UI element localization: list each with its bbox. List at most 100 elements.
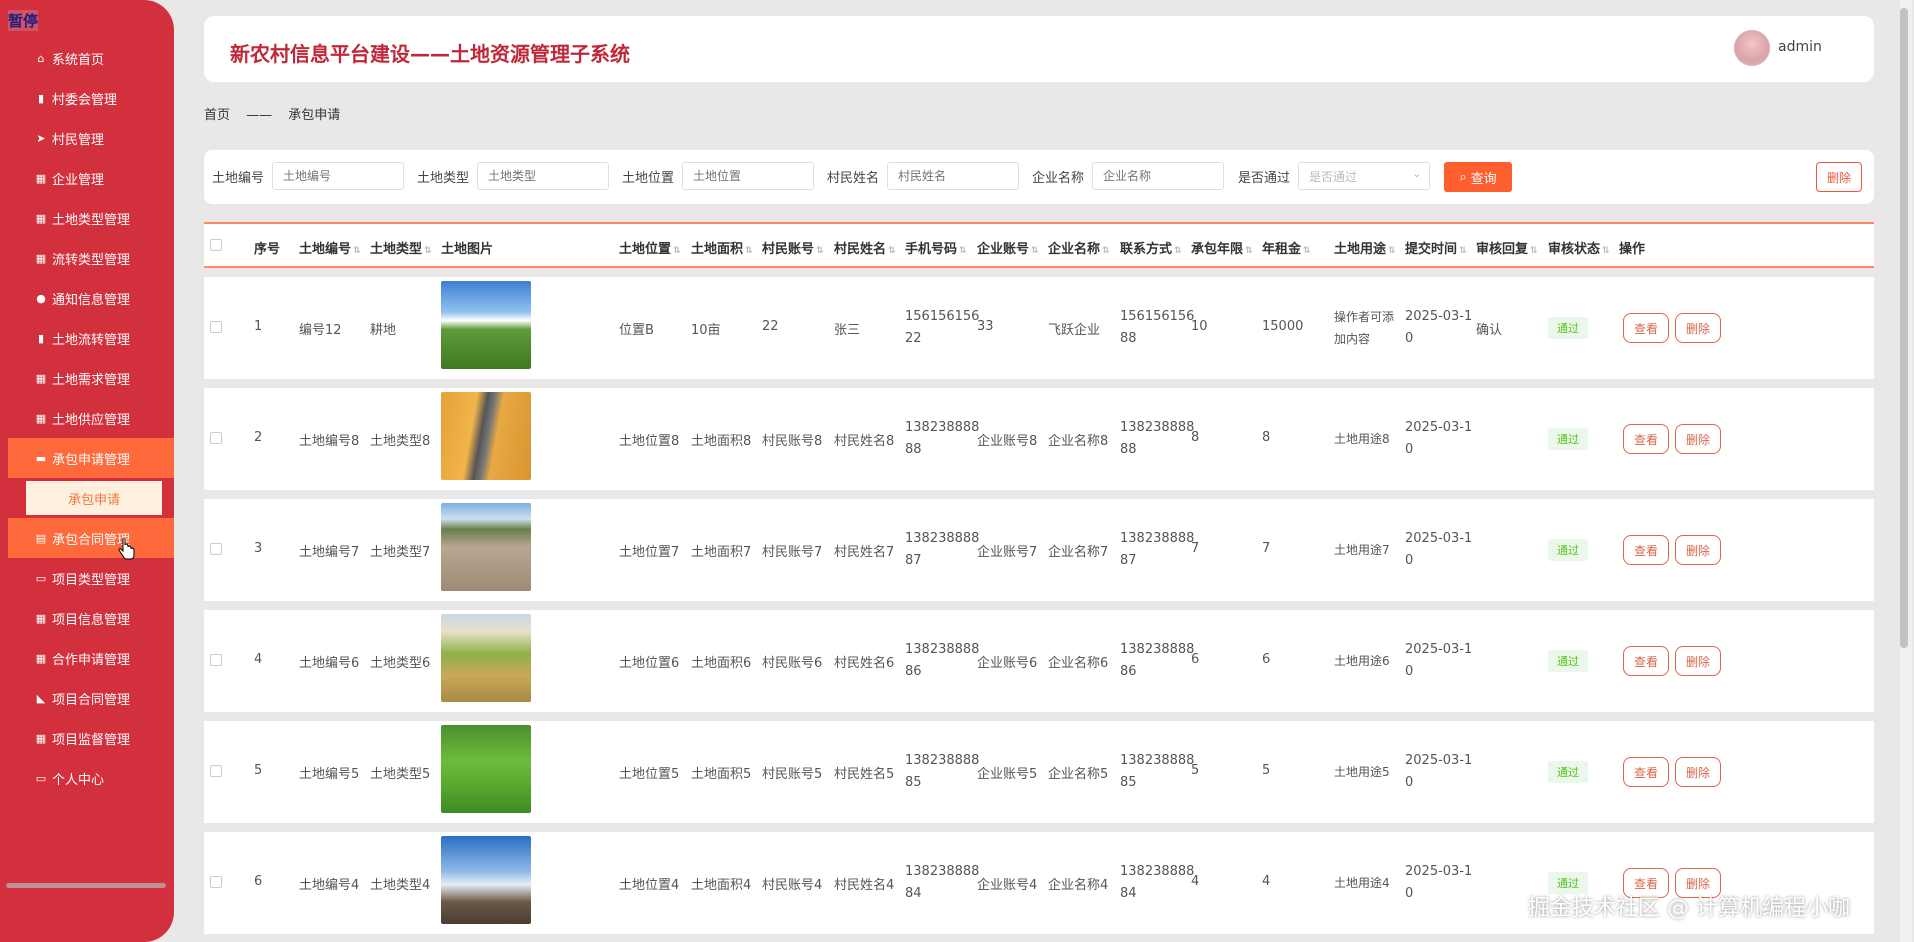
column-header[interactable]: 审核状态 ⇅: [1548, 238, 1610, 257]
page-scrollbar[interactable]: [1900, 0, 1912, 942]
enterprise-name-input[interactable]: [1092, 162, 1225, 190]
sort-icon[interactable]: ⇅: [1602, 246, 1610, 256]
sidebar-item-contract-apply[interactable]: ▬ 承包申请管理: [8, 438, 174, 478]
sidebar-item-home[interactable]: ⌂ 系统首页: [0, 38, 174, 78]
row-checkbox[interactable]: [210, 543, 222, 555]
column-header[interactable]: 手机号码 ⇅: [905, 238, 967, 257]
land-image[interactable]: [441, 281, 531, 369]
cell-enterprise-name: 企业名称7: [1048, 545, 1109, 560]
sort-icon[interactable]: ⇅: [959, 246, 967, 256]
sidebar-item-profile[interactable]: ▭ 个人中心: [0, 758, 174, 798]
land-type-input[interactable]: [477, 162, 610, 190]
column-header[interactable]: 土地类型 ⇅: [370, 238, 432, 257]
column-header[interactable]: 土地编号 ⇅: [299, 238, 361, 257]
username[interactable]: admin: [1778, 39, 1822, 55]
sidebar-item-enterprise[interactable]: ▦ 企业管理: [0, 158, 174, 198]
column-header[interactable]: 土地用途 ⇅: [1334, 238, 1396, 257]
sidebar-scrollbar[interactable]: [6, 883, 166, 888]
table-row: 4 土地编号6 土地类型6 土地位置6 土地面积6 村民账号6 村民姓名6 138238888…: [204, 610, 1874, 712]
row-checkbox[interactable]: [210, 321, 222, 333]
view-button[interactable]: 查看: [1623, 646, 1669, 676]
sort-icon[interactable]: ⇅: [1102, 246, 1110, 256]
column-header[interactable]: 联系方式 ⇅: [1120, 238, 1182, 257]
sort-icon[interactable]: ⇅: [353, 246, 361, 256]
scrollbar-thumb[interactable]: [1900, 8, 1908, 648]
column-header[interactable]: 土地面积 ⇅: [691, 238, 753, 257]
sort-icon[interactable]: ⇅: [424, 246, 432, 256]
avatar[interactable]: [1734, 30, 1770, 66]
delete-button[interactable]: 删除: [1675, 535, 1721, 565]
column-header[interactable]: 企业名称 ⇅: [1048, 238, 1110, 257]
sort-icon[interactable]: ⇅: [1031, 246, 1039, 256]
cell-submit-time: 2025-03-1 0: [1405, 753, 1473, 790]
search-field-enterprise-name: 企业名称: [1032, 162, 1225, 190]
delete-button[interactable]: 删除: [1675, 646, 1721, 676]
sidebar-item-notice[interactable]: ● 通知信息管理: [0, 278, 174, 318]
sort-icon[interactable]: ⇅: [745, 246, 753, 256]
table-row: 3 土地编号7 土地类型7 土地位置7 土地面积7 村民账号7 村民姓名7 138238888…: [204, 499, 1874, 601]
land-location-input[interactable]: [682, 162, 815, 190]
search-field-land-no: 土地编号: [212, 162, 405, 190]
sort-icon[interactable]: ⇅: [1388, 246, 1396, 256]
land-image[interactable]: [441, 503, 531, 591]
search-label: 是否通过: [1238, 170, 1291, 186]
grid-icon: ▦: [35, 411, 47, 425]
column-header[interactable]: 承包年限 ⇅: [1191, 238, 1253, 257]
sidebar-item-villagers[interactable]: ➤ 村民管理: [0, 118, 174, 158]
row-checkbox[interactable]: [210, 432, 222, 444]
sort-icon[interactable]: ⇅: [816, 246, 824, 256]
sidebar-item-land-transfer[interactable]: ▮ 土地流转管理: [0, 318, 174, 358]
pointer-cursor-icon: [118, 538, 135, 560]
column-header[interactable]: 提交时间 ⇅: [1405, 238, 1467, 257]
view-button[interactable]: 查看: [1623, 313, 1669, 343]
row-checkbox[interactable]: [210, 876, 222, 888]
batch-delete-button[interactable]: 删除: [1816, 162, 1862, 192]
sidebar-item-project-contract[interactable]: ◣ 项目合同管理: [0, 678, 174, 718]
land-image[interactable]: [441, 614, 531, 702]
table-row: 1 编号12 耕地 位置B 10亩 22 张三 156156156 22 33 飞跃企业 156156…: [204, 277, 1874, 379]
land-image[interactable]: [441, 392, 531, 480]
sidebar-item-contract[interactable]: ▤ 承包合同管理: [8, 518, 174, 558]
land-image[interactable]: [441, 725, 531, 813]
villager-name-input[interactable]: [887, 162, 1020, 190]
sidebar-item-land-type[interactable]: ▦ 土地类型管理: [0, 198, 174, 238]
delete-button[interactable]: 删除: [1675, 757, 1721, 787]
sort-icon[interactable]: ⇅: [1530, 246, 1538, 256]
submenu-contract-apply[interactable]: 承包申请: [26, 481, 162, 515]
row-checkbox[interactable]: [210, 765, 222, 777]
sidebar-item-project-type[interactable]: ▭ 项目类型管理: [0, 558, 174, 598]
sidebar-item-land-supply[interactable]: ▦ 土地供应管理: [0, 398, 174, 438]
breadcrumb-home[interactable]: 首页: [204, 108, 230, 123]
column-header[interactable]: 年租金 ⇅: [1262, 238, 1311, 257]
row-checkbox[interactable]: [210, 654, 222, 666]
query-button[interactable]: ⌕ 查询: [1444, 162, 1512, 192]
sidebar-item-project-supervision[interactable]: ▦ 项目监督管理: [0, 718, 174, 758]
sidebar-item-village-committee[interactable]: ▮ 村委会管理: [0, 78, 174, 118]
view-button[interactable]: 查看: [1623, 424, 1669, 454]
sidebar-item-cooperation[interactable]: ▦ 合作申请管理: [0, 638, 174, 678]
column-header[interactable]: 土地位置 ⇅: [619, 238, 681, 257]
delete-button[interactable]: 删除: [1675, 313, 1721, 343]
view-button[interactable]: 查看: [1623, 535, 1669, 565]
land-image[interactable]: [441, 836, 531, 924]
delete-button[interactable]: 删除: [1675, 424, 1721, 454]
sort-icon[interactable]: ⇅: [1174, 246, 1182, 256]
select-all-checkbox[interactable]: [210, 239, 222, 251]
sort-icon[interactable]: ⇅: [888, 246, 896, 256]
column-header[interactable]: 审核回复 ⇅: [1476, 238, 1538, 257]
pass-select[interactable]: 是否通过 ⌄: [1298, 162, 1431, 190]
land-no-input[interactable]: [272, 162, 405, 190]
sort-icon[interactable]: ⇅: [673, 246, 681, 256]
sidebar-item-project-info[interactable]: ▦ 项目信息管理: [0, 598, 174, 638]
sidebar-item-transfer-type[interactable]: ▦ 流转类型管理: [0, 238, 174, 278]
column-header[interactable]: 村民姓名 ⇅: [834, 238, 896, 257]
sidebar-item-land-demand[interactable]: ▦ 土地需求管理: [0, 358, 174, 398]
column-header[interactable]: 村民账号 ⇅: [762, 238, 824, 257]
cell-location: 土地位置6: [619, 656, 680, 671]
sort-icon[interactable]: ⇅: [1303, 246, 1311, 256]
view-button[interactable]: 查看: [1623, 757, 1669, 787]
sort-icon[interactable]: ⇅: [1459, 246, 1467, 256]
card-icon: ▭: [35, 771, 47, 785]
sort-icon[interactable]: ⇅: [1245, 246, 1253, 256]
column-header[interactable]: 企业账号 ⇅: [977, 238, 1039, 257]
